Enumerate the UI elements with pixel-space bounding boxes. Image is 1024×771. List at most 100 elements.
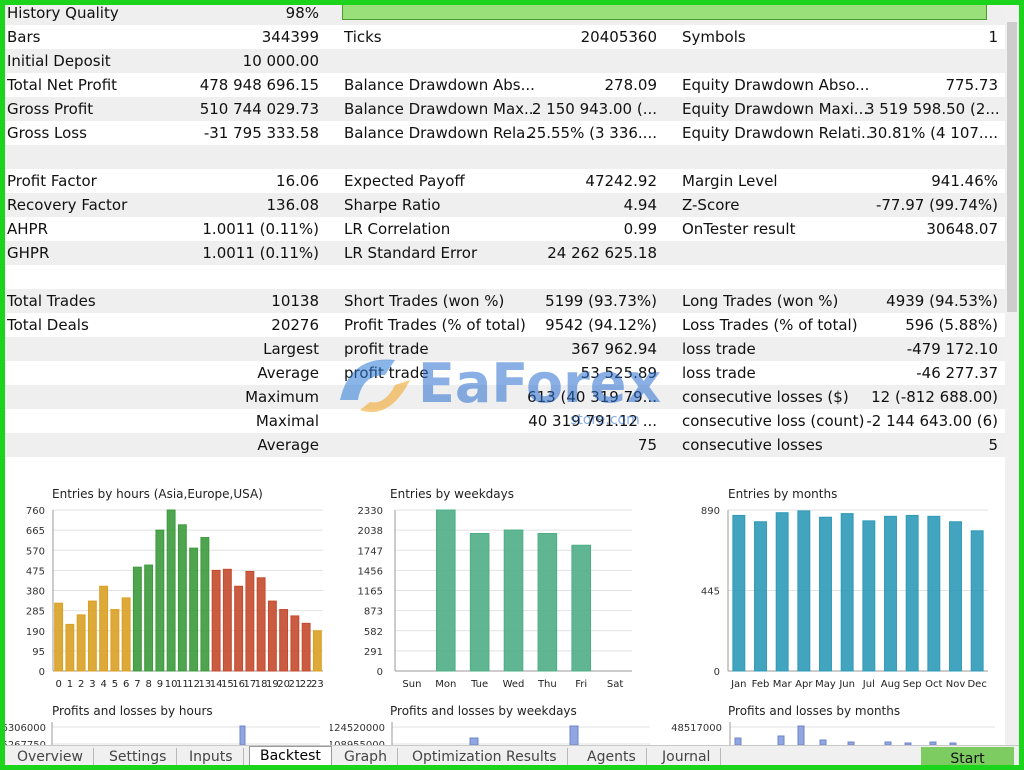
chart-entries-by-weekdays: Entries by weekdays 2330 2038 1747 1456 1165… — [350, 485, 650, 695]
stat-value: 5 — [988, 436, 998, 454]
stats-row: Gross Loss -31 795 333.58 Balance Drawdown… — [5, 121, 1005, 145]
x-tick-label: 1 — [67, 679, 73, 690]
stat-value: 278.09 — [604, 76, 658, 94]
x-tick-label: Mar — [773, 679, 793, 690]
bar — [732, 514, 746, 672]
stat-value: 775.73 — [945, 76, 999, 94]
x-tick-label: 2 — [78, 679, 84, 690]
stat-value: 25.55% (3 336.... — [527, 124, 657, 142]
x-tick-label: 9 — [157, 679, 163, 690]
stat-value: 2 150 943.00 (... — [531, 100, 657, 118]
chart-title: Entries by weekdays — [390, 487, 514, 501]
stats-row: Average 75 consecutive losses 5 — [5, 433, 1005, 457]
y-tick-label: 0 — [714, 667, 720, 678]
stat-label: consecutive losses — [682, 436, 823, 454]
stat-value: 12 (-812 688.00) — [871, 388, 998, 406]
y-tick-label: 665 — [26, 526, 45, 537]
stat-value: 30.81% (4 107.... — [868, 124, 998, 142]
stat-group-label: Maximum — [245, 388, 319, 406]
tab-journal[interactable]: Journal — [652, 748, 722, 766]
vertical-scrollbar[interactable] — [1005, 0, 1019, 745]
x-tick-label: 5 — [112, 679, 118, 690]
y-tick-label: 291 — [364, 647, 383, 658]
bar — [927, 515, 941, 672]
stats-row: Recovery Factor 136.08 Sharpe Ratio 4.94 Z-S… — [5, 193, 1005, 217]
stat-value: -31 795 333.58 — [203, 124, 319, 142]
x-tick-label: May — [815, 679, 836, 690]
stat-value: 9542 (94.12%) — [545, 316, 657, 334]
tab-settings[interactable]: Settings — [99, 748, 178, 766]
tab-graph[interactable]: Graph — [334, 748, 398, 766]
stat-group-label: Average — [257, 436, 319, 454]
bar — [144, 564, 154, 672]
months-chart-svg: 890 445 0 Jan Feb Mar Apr May Jun Jul Aug Sep Oct Nov… — [701, 506, 988, 690]
y-tick-label: 760 — [26, 506, 45, 517]
tab-overview[interactable]: Overview — [7, 748, 94, 766]
bar — [166, 509, 176, 672]
bar — [290, 615, 300, 672]
bar — [312, 630, 322, 672]
bar — [256, 577, 266, 672]
x-tick-label: 23 — [311, 679, 324, 690]
tab-backtest[interactable]: Backtest — [249, 746, 332, 767]
y-tick-label: 380 — [26, 587, 45, 598]
stat-label: profit trade — [344, 340, 429, 358]
tab-bar: Overview Settings Inputs Backtest Graph Optim… — [5, 745, 1019, 767]
bar — [569, 725, 579, 745]
stats-row: Bars 344399 Ticks 20405360 Symbols 1 — [5, 25, 1005, 49]
chart-entries-by-hours: Entries by hours (Asia,Europe,USA) 760 66… — [15, 485, 335, 695]
bar — [211, 569, 221, 672]
stat-label: Short Trades (won %) — [344, 292, 505, 310]
bar — [279, 609, 289, 672]
tab-optimization-results[interactable]: Optimization Results — [402, 748, 568, 766]
scrollbar-thumb[interactable] — [1007, 22, 1017, 312]
y-tick-label: 1456 — [358, 566, 383, 577]
stat-label: GHPR — [7, 244, 50, 262]
stats-row — [5, 145, 1005, 169]
stat-value: 20405360 — [580, 28, 657, 46]
x-tick-label: Sep — [903, 679, 922, 690]
tab-inputs[interactable]: Inputs — [179, 748, 244, 766]
y-tick-label: 2038 — [358, 526, 383, 537]
stat-value: 5199 (93.73%) — [545, 292, 657, 310]
stat-label: LR Standard Error — [344, 244, 478, 262]
chart-pl-by-hours: Profits and losses by hours 630600052677… — [0, 702, 330, 745]
stat-label: AHPR — [7, 220, 49, 238]
stat-value: 941.46% — [931, 172, 998, 190]
stat-label: Long Trades (won %) — [682, 292, 839, 310]
stat-value: 53 525.89 — [580, 364, 657, 382]
bar — [189, 547, 199, 672]
x-tick-label: Apr — [795, 679, 813, 690]
stat-label: Equity Drawdown Maxi... — [682, 100, 869, 118]
chart-title: Entries by hours (Asia,Europe,USA) — [52, 487, 263, 501]
stats-row: Total Deals 20276 Profit Trades (% of tota… — [5, 313, 1005, 337]
stats-row: Initial Deposit 10 000.00 — [5, 49, 1005, 73]
bar — [76, 614, 86, 672]
x-tick-label: Fri — [575, 679, 587, 690]
stat-label: Recovery Factor — [7, 196, 128, 214]
x-tick-label: Mon — [435, 679, 456, 690]
stat-value: -46 277.37 — [916, 364, 998, 382]
stat-label: Equity Drawdown Relati... — [682, 124, 872, 142]
stat-value: 596 (5.88%) — [905, 316, 998, 334]
stat-value: 344399 — [261, 28, 319, 46]
stats-row: Largest profit trade 367 962.94 loss trade -… — [5, 337, 1005, 361]
stat-value: 4.94 — [623, 196, 657, 214]
bar — [222, 568, 232, 672]
x-tick-label: Jun — [838, 679, 855, 690]
x-tick-label: 0 — [55, 679, 61, 690]
x-tick-label: Jul — [862, 679, 875, 690]
chart-pl-by-weekdays: Profits and losses by weekdays 124520000… — [330, 702, 660, 745]
y-tick-label: 48517000 — [671, 723, 722, 734]
tab-agents[interactable]: Agents — [577, 748, 647, 766]
start-button[interactable]: Start — [921, 747, 1014, 767]
stat-value: 1.0011 (0.11%) — [202, 220, 319, 238]
stats-row: Maximal 40 319 791.12 ... consecutive loss… — [5, 409, 1005, 433]
weekdays-chart-svg: 2330 2038 1747 1456 1165 873 582 291 0 Sun Mon Tue W… — [358, 506, 632, 690]
x-tick-label: 7 — [134, 679, 140, 690]
bar — [469, 737, 479, 745]
stat-label: profit trade — [344, 364, 429, 382]
hours-chart-svg: 7606655704753802851909500 1 2 3 4 5 6 7 8 9 101112… — [26, 506, 324, 690]
stat-value: -2 144 643.00 (6) — [866, 412, 998, 430]
bar — [862, 520, 876, 672]
